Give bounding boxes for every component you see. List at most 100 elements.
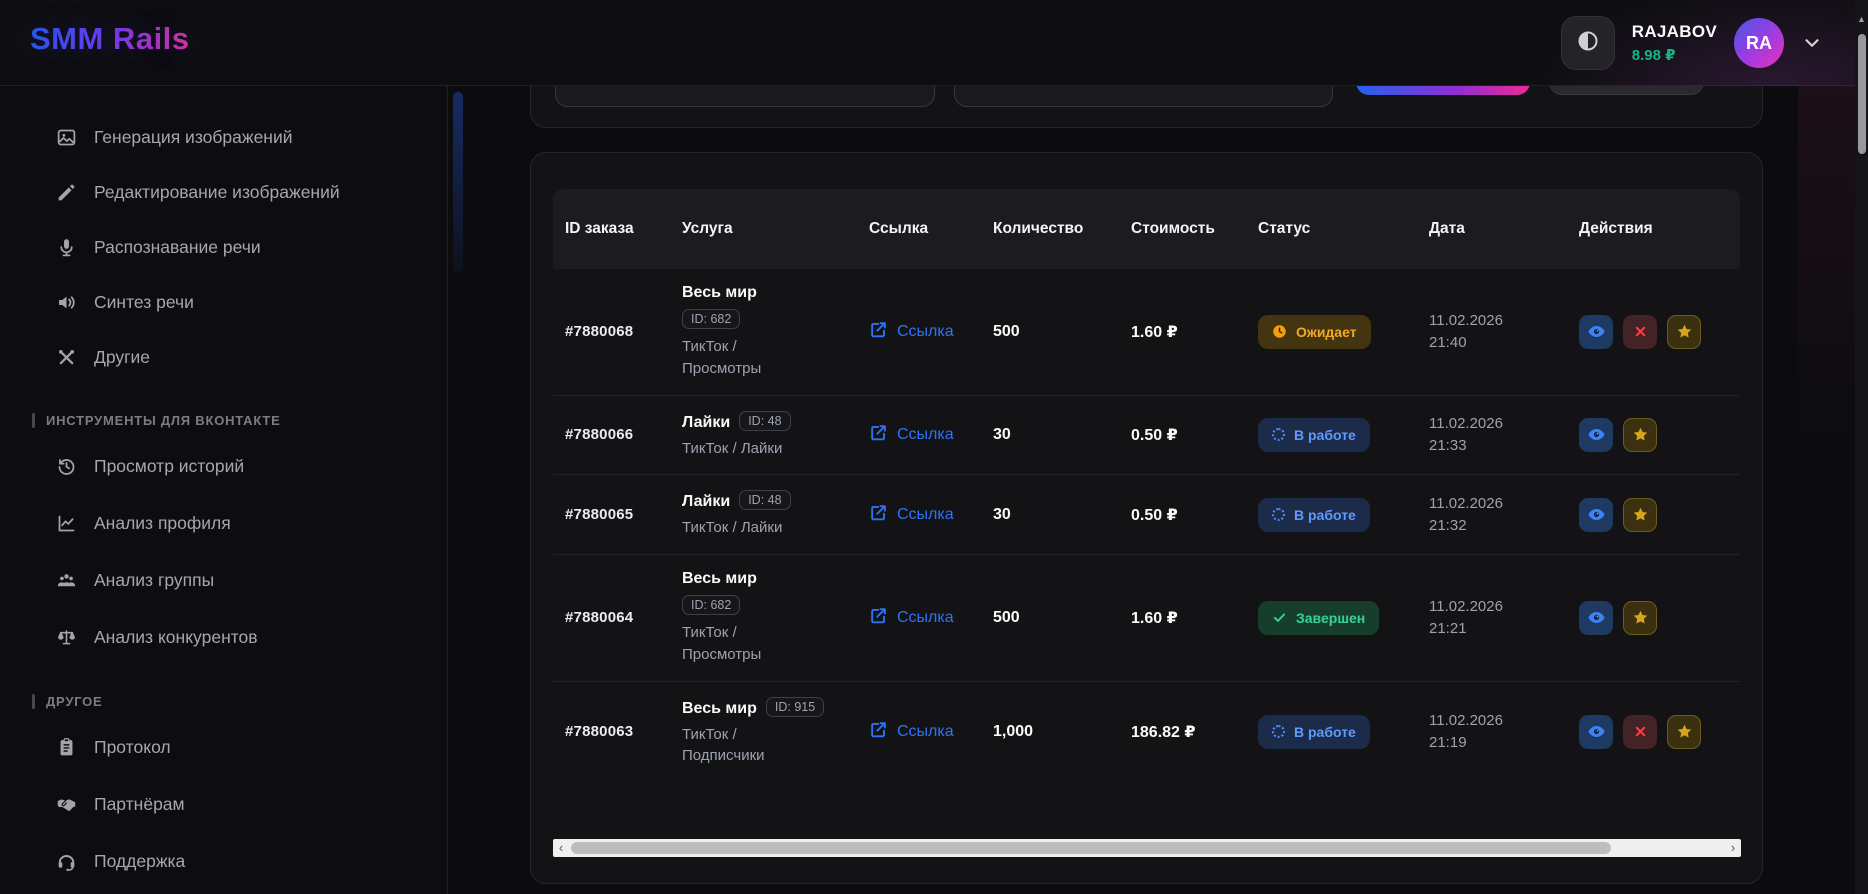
filter-input-2[interactable] xyxy=(954,86,1333,107)
order-row: #7880068Весь мирID: 682ТикТок / Просмотр… xyxy=(553,269,1740,395)
order-id: #7880063 xyxy=(565,723,633,740)
sidebar-scrollbar[interactable] xyxy=(453,92,463,272)
favorite-order-button[interactable] xyxy=(1623,601,1657,635)
sidebar-item-pencil[interactable]: Редактирование изображений xyxy=(0,165,447,220)
actions-cell xyxy=(1567,498,1741,532)
favorite-order-button[interactable] xyxy=(1667,715,1701,749)
section-label: ДРУГОЕ xyxy=(46,694,103,709)
eye-icon xyxy=(1587,608,1606,627)
date-cell: 11.02.202621:21 xyxy=(1417,596,1567,640)
cancel-order-button[interactable] xyxy=(1623,315,1657,349)
sidebar-item-tools[interactable]: Другие xyxy=(0,330,447,385)
page-scrollbar[interactable]: ▲ xyxy=(1855,0,1868,894)
sidebar-item-history[interactable]: Просмотр историй xyxy=(0,438,447,495)
sidebar-item-label: Протокол xyxy=(94,737,171,758)
order-id-cell: #7880063 xyxy=(553,723,670,741)
sidebar-item-handshake[interactable]: Партнёрам xyxy=(0,776,447,833)
status-badge-working: В работе xyxy=(1258,498,1370,532)
order-link[interactable]: Ссылка xyxy=(869,606,954,630)
scroll-left-arrow[interactable]: ‹ xyxy=(553,839,569,857)
service-cell: ЛайкиID: 48ТикТок / Лайки xyxy=(670,490,857,539)
page-scrollbar-thumb[interactable] xyxy=(1858,34,1866,154)
sidebar-item-label: Распознавание речи xyxy=(94,237,261,258)
filter-input-1[interactable] xyxy=(555,86,935,107)
favorite-order-button[interactable] xyxy=(1623,418,1657,452)
view-order-button[interactable] xyxy=(1579,498,1613,532)
order-id-cell: #7880068 xyxy=(553,323,670,341)
order-link[interactable]: Ссылка xyxy=(869,320,954,344)
service-name: Лайки xyxy=(682,493,730,510)
service-id-badge: ID: 682 xyxy=(682,309,740,329)
order-link[interactable]: Ссылка xyxy=(869,503,954,527)
date-cell: 11.02.202621:19 xyxy=(1417,710,1567,754)
sidebar-item-label: Генерация изображений xyxy=(94,127,293,148)
cost: 1.60 ₽ xyxy=(1131,610,1178,627)
link-label: Ссылка xyxy=(897,323,954,341)
status-cell: В работе xyxy=(1246,418,1417,452)
order-id: #7880064 xyxy=(565,609,633,626)
view-order-button[interactable] xyxy=(1579,418,1613,452)
cost-cell: 186.82 ₽ xyxy=(1119,722,1246,742)
scroll-up-arrow[interactable]: ▲ xyxy=(1855,14,1868,24)
sidebar-item-chart[interactable]: Анализ профиля xyxy=(0,495,447,552)
chevron-down-icon[interactable] xyxy=(1801,32,1823,54)
status-label: Завершен xyxy=(1296,610,1365,626)
order-date: 11.02.2026 xyxy=(1429,710,1567,732)
horizontal-scrollbar[interactable]: ‹ › xyxy=(553,839,1741,857)
eye-icon xyxy=(1587,425,1606,444)
quantity-cell: 30 xyxy=(981,506,1119,524)
clipboard-icon xyxy=(56,737,77,758)
sidebar-item-users[interactable]: Анализ группы xyxy=(0,552,447,609)
sidebar-item-image[interactable]: Генерация изображений xyxy=(0,110,447,165)
sidebar-item-label: Анализ конкурентов xyxy=(94,627,258,648)
theme-toggle-button[interactable] xyxy=(1561,16,1615,70)
clock-icon xyxy=(1272,324,1287,339)
microphone-icon xyxy=(56,237,77,258)
view-order-button[interactable] xyxy=(1579,601,1613,635)
status-cell: В работе xyxy=(1246,498,1417,532)
apply-filters-button[interactable] xyxy=(1356,86,1530,95)
handshake-icon xyxy=(56,794,77,815)
column-header: Статус xyxy=(1246,207,1417,252)
avatar[interactable]: RA xyxy=(1734,18,1784,68)
sidebar-item-label: Другие xyxy=(94,347,150,368)
sidebar-item-headset[interactable]: Поддержка xyxy=(0,833,447,890)
order-id-cell: #7880065 xyxy=(553,506,670,524)
cancel-order-button[interactable] xyxy=(1623,715,1657,749)
horizontal-scrollbar-thumb[interactable] xyxy=(571,842,1611,854)
link-cell: Ссылка xyxy=(857,320,981,344)
order-id: #7880066 xyxy=(565,426,633,443)
spinner-icon xyxy=(1272,508,1285,521)
order-link[interactable]: Ссылка xyxy=(869,720,954,744)
cost-cell: 1.60 ₽ xyxy=(1119,608,1246,628)
sidebar-item-speaker[interactable]: Синтез речи xyxy=(0,275,447,330)
quantity: 500 xyxy=(993,609,1020,626)
service-id-badge: ID: 48 xyxy=(739,411,790,431)
star-icon xyxy=(1676,723,1693,740)
order-link[interactable]: Ссылка xyxy=(869,423,954,447)
sidebar-item-scales[interactable]: Анализ конкурентов xyxy=(0,609,447,666)
view-order-button[interactable] xyxy=(1579,315,1613,349)
scales-icon xyxy=(56,627,77,648)
favorite-order-button[interactable] xyxy=(1623,498,1657,532)
pencil-icon xyxy=(56,182,77,203)
date-cell: 11.02.202621:32 xyxy=(1417,493,1567,537)
scroll-right-arrow[interactable]: › xyxy=(1725,839,1741,857)
section-label: ИНСТРУМЕНТЫ ДЛЯ ВКОНТАКТЕ xyxy=(46,413,281,428)
quantity: 30 xyxy=(993,506,1011,523)
order-date: 11.02.2026 xyxy=(1429,493,1567,515)
reset-filters-button[interactable] xyxy=(1549,86,1704,95)
spinner-icon xyxy=(1272,428,1285,441)
view-order-button[interactable] xyxy=(1579,715,1613,749)
sidebar-item-clipboard[interactable]: Протокол xyxy=(0,719,447,776)
user-name: RAJABOV xyxy=(1632,22,1717,42)
status-badge-completed: Завершен xyxy=(1258,601,1379,635)
favorite-order-button[interactable] xyxy=(1667,315,1701,349)
cost: 186.82 ₽ xyxy=(1131,724,1196,741)
service-name: Весь мир xyxy=(682,284,757,301)
header-controls: RAJABOV 8.98 ₽ RA xyxy=(1561,0,1823,86)
link-label: Ссылка xyxy=(897,506,954,524)
sidebar-item-microphone[interactable]: Распознавание речи xyxy=(0,220,447,275)
sidebar-item-label: Партнёрам xyxy=(94,794,185,815)
cost-cell: 0.50 ₽ xyxy=(1119,505,1246,525)
